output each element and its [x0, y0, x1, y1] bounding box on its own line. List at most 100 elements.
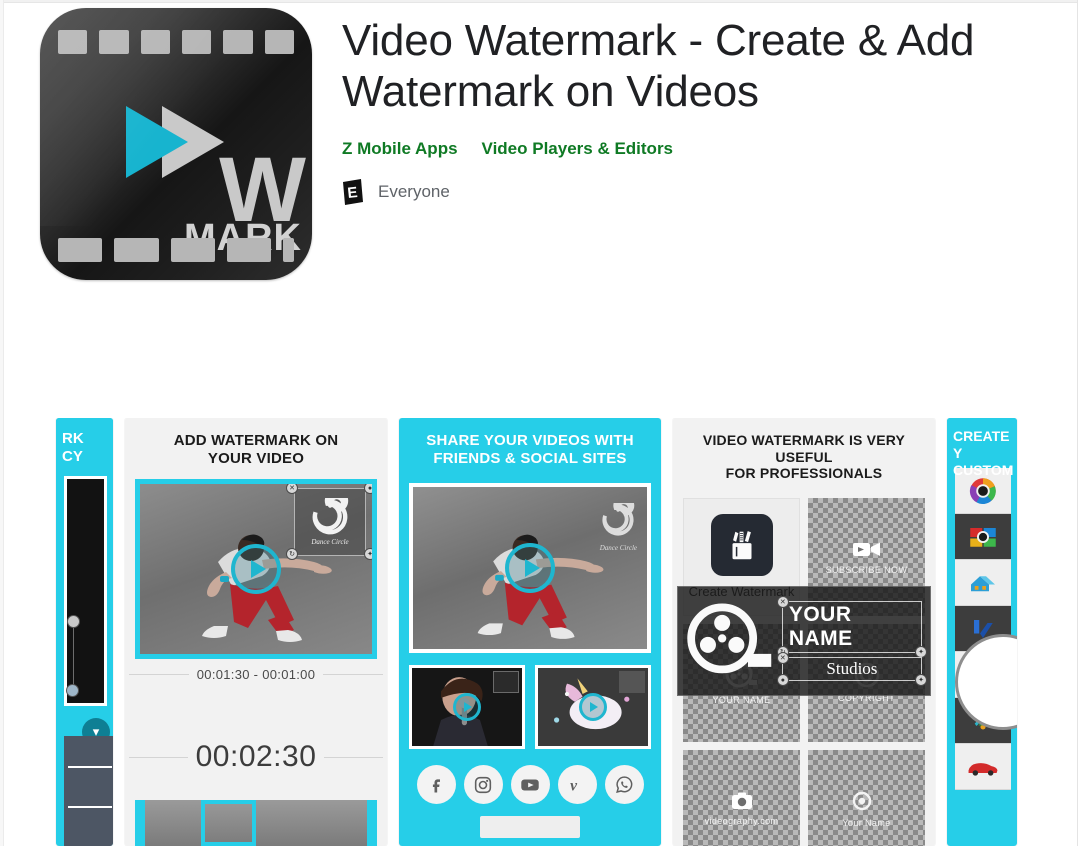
film-perforations-bottom [40, 238, 312, 262]
perforation [140, 30, 170, 54]
resize-handle[interactable]: ✦ [915, 674, 927, 686]
social-share-row: v [407, 765, 653, 805]
rule [324, 756, 383, 758]
gear-badge-icon [852, 791, 871, 811]
overlay-line-2[interactable]: Studios ✕ ● ✦ [776, 652, 927, 686]
screenshot-partial-left[interactable]: RK CY ▾ [56, 418, 113, 846]
video-thumb-unicorn[interactable] [535, 665, 651, 750]
watermark-object[interactable]: Dance Circle [294, 488, 366, 557]
film-perforations-top [40, 30, 312, 54]
watermark-editor-overlay[interactable]: YOUR NAME ✕ ↻ ✦ Studios ✕ ● ✦ [677, 586, 931, 696]
screenshot-3-headline: SHARE YOUR VIDEOS WITH FRIENDS & SOCIAL … [426, 432, 634, 467]
screenshot-2-duration-row: 00:02:30 [125, 682, 387, 774]
overlay-line-1[interactable]: YOUR NAME ✕ ↻ ✦ [776, 596, 927, 658]
perforation [114, 238, 159, 262]
delete-handle[interactable]: ✕ [776, 652, 789, 664]
perforation [58, 238, 103, 262]
music-watermark-badge [493, 671, 519, 694]
watermark-rotate-handle[interactable]: ● [364, 484, 372, 495]
svg-text:v: v [570, 777, 578, 794]
screenshot-1-headline: RK CY [56, 418, 113, 472]
content-rating-row: E Everyone [342, 179, 1040, 206]
screenshot-2-headline: ADD WATERMARK ON YOUR VIDEO [173, 432, 339, 467]
screenshot-partial-right[interactable]: CREATE Y CUSTOM [947, 418, 1017, 846]
perforation [283, 238, 294, 262]
tile-label: YOUR NAME [712, 695, 771, 706]
perforation [58, 30, 88, 54]
developer-link[interactable]: Z Mobile Apps [342, 139, 458, 159]
filmstrip-thumb[interactable] [145, 800, 201, 846]
play-button-overlay[interactable] [579, 693, 607, 722]
rule [323, 674, 383, 676]
play-button-overlay[interactable] [231, 544, 281, 595]
logo-template-car[interactable] [955, 744, 1011, 790]
vimeo-icon[interactable]: v [557, 765, 597, 805]
camera-logo-icon [970, 527, 996, 547]
tile-label: Your Name [842, 818, 891, 829]
svg-text:E: E [347, 184, 359, 202]
logo-template-camera[interactable] [955, 514, 1011, 560]
browser-top-edge [0, 0, 1084, 3]
spiral-logo-icon [602, 495, 635, 536]
screenshot-4-headline: VIDEO WATERMARK IS VERY USEFUL FOR PROFE… [702, 432, 906, 482]
rotate-handle [67, 615, 80, 628]
color-wheel-icon [969, 477, 996, 504]
video-camera-icon [852, 542, 880, 557]
rule [129, 674, 189, 676]
content-rating-label: Everyone [378, 182, 450, 202]
instagram-icon[interactable] [463, 765, 503, 805]
page-title: Video Watermark - Create & Add Watermark… [342, 16, 975, 116]
whatsapp-icon[interactable] [604, 765, 644, 805]
app-icon-container: W MARK [40, 8, 312, 280]
time-range-label: 00:01:30 - 00:01:00 [196, 667, 316, 683]
screenshot-3-thumb-row [409, 665, 651, 750]
screenshot-add-watermark[interactable]: ADD WATERMARK ON YOUR VIDEO Dance Circle… [125, 418, 387, 846]
category-link[interactable]: Video Players & Editors [482, 139, 673, 159]
youtube-icon[interactable] [510, 765, 550, 805]
trim-handle-left[interactable] [135, 800, 145, 846]
rotate-handle[interactable]: ● [776, 674, 789, 686]
play-button-overlay[interactable] [453, 693, 481, 722]
screenshot-5-headline: CREATE Y CUSTOM [947, 418, 1017, 478]
screenshot-professionals[interactable]: VIDEO WATERMARK IS VERY USEFUL FOR PROFE… [673, 418, 935, 846]
filmstrip-thumb[interactable] [256, 800, 312, 846]
app-meta-links: Z Mobile Apps Video Players & Editors [342, 139, 1040, 159]
your-name-company-tile[interactable]: Your Name [808, 749, 925, 846]
esrb-everyone-icon: E [342, 179, 364, 206]
tile-label: SUBSCRIBE NOW [825, 565, 908, 576]
video-thumb-singer[interactable] [409, 665, 525, 750]
emotion-watermark-badge [619, 671, 645, 694]
perforation [223, 30, 253, 54]
screenshot-2-filmstrip[interactable] [135, 800, 377, 846]
screenshot-2-video-preview: Dance Circle ✕ ● ↻ ✦ [135, 479, 377, 660]
house-icon [971, 575, 995, 591]
filmstrip-thumb[interactable] [311, 800, 367, 846]
app-header: W MARK Video Watermark - Create & Add Wa… [40, 8, 1040, 280]
logo-template-house[interactable] [955, 560, 1011, 606]
screenshot-3-action-button[interactable] [480, 816, 580, 839]
play-button-overlay[interactable] [505, 543, 555, 594]
screenshot-share-videos[interactable]: SHARE YOUR VIDEOS WITH FRIENDS & SOCIAL … [399, 418, 661, 846]
perforation [181, 30, 212, 54]
filmstrip-thumb-selected[interactable] [200, 800, 256, 846]
overlay-text-group: YOUR NAME ✕ ↻ ✦ Studios ✕ ● ✦ [776, 596, 927, 686]
facebook-icon[interactable] [416, 765, 456, 805]
connector-line [73, 621, 74, 691]
duration-label: 00:02:30 [195, 740, 317, 774]
delete-handle[interactable]: ✕ [776, 596, 789, 608]
panel-divider [68, 806, 112, 808]
watermark-resize-handle[interactable]: ✦ [364, 548, 372, 561]
trim-handle-right[interactable] [367, 800, 377, 846]
panel-divider [68, 766, 112, 768]
app-icon-film-strip: W MARK [40, 8, 312, 280]
perforation [99, 30, 129, 54]
perforation [170, 238, 215, 262]
screenshots-carousel[interactable]: RK CY ▾ ADD WATERMARK ON YOUR VIDEO Danc… [0, 418, 1084, 846]
videography-tile[interactable]: videography.com [683, 749, 800, 846]
pencil-cup-icon [710, 514, 773, 577]
watermark-label: Dance Circle [599, 544, 637, 553]
watermark-label: Dance Circle [311, 538, 349, 547]
car-icon [968, 762, 998, 776]
screenshot-2-time-range-row: 00:01:30 - 00:01:00 [125, 659, 387, 682]
app-meta: Video Watermark - Create & Add Watermark… [342, 8, 1040, 280]
